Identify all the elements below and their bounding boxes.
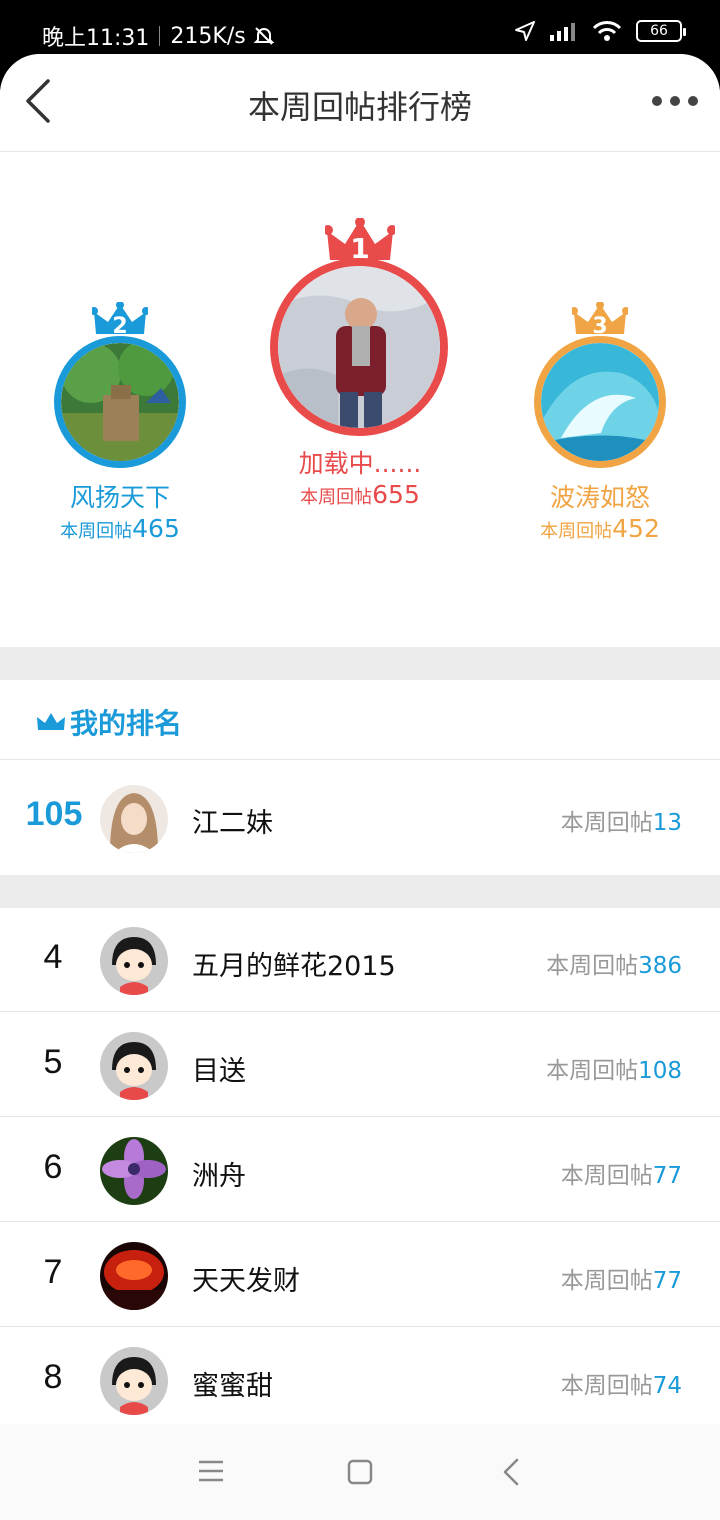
avatar <box>100 927 168 995</box>
reply-count-label: 本周回帖 <box>546 1058 639 1084</box>
my-rank-row[interactable]: 105 江二妹 本周回帖13 <box>0 761 720 875</box>
rank-number: 4 <box>43 938 63 976</box>
status-left: 晚上11:31 215K/s <box>42 20 276 52</box>
mute-icon <box>253 27 275 45</box>
list-item[interactable]: 5 目送 本周回帖108 <box>0 1013 720 1117</box>
reply-count: 本周回帖74 <box>561 1366 682 1400</box>
section-divider <box>0 875 720 908</box>
signal-icon <box>550 23 575 41</box>
network-speed: 215K/s <box>170 23 246 49</box>
reply-count-label: 本周回帖 <box>560 1373 653 1399</box>
location-icon <box>515 21 535 41</box>
more-options-icon[interactable] <box>652 96 698 108</box>
reply-count: 本周回帖77 <box>561 1156 682 1190</box>
rank-number: 7 <box>43 1253 63 1291</box>
podium-reply-count: 本周回帖465 <box>40 514 200 543</box>
reply-count-value: 77 <box>652 1163 682 1189</box>
user-name: 蜜蜜甜 <box>192 1371 273 1402</box>
avatar <box>54 336 186 468</box>
my-rank-title: 我的排名 <box>70 707 183 740</box>
podium-rank-2[interactable]: 2 风扬天下 本周回帖465 <box>40 302 200 562</box>
menu-icon[interactable] <box>198 1460 224 1482</box>
avatar <box>100 1137 168 1205</box>
reply-count-label: 本周回帖 <box>60 521 133 542</box>
user-name: 目送 <box>192 1056 246 1087</box>
reply-count-label: 本周回帖 <box>546 953 639 979</box>
reply-count-value: 74 <box>652 1373 682 1399</box>
user-name: 天天发财 <box>192 1266 300 1297</box>
status-right: 66 <box>514 20 686 42</box>
reply-count-value: 108 <box>638 1058 682 1084</box>
reply-count-label: 本周回帖 <box>560 1268 653 1294</box>
my-rank-header: 我的排名 <box>0 680 720 760</box>
avatar <box>270 258 448 436</box>
rank-number: 6 <box>43 1148 63 1186</box>
podium-user-name: 风扬天下 <box>69 483 170 512</box>
system-navigation-bar <box>0 1424 720 1520</box>
battery-level: 66 <box>650 23 668 39</box>
reply-count: 本周回帖13 <box>561 803 682 837</box>
rank-number: 5 <box>43 1043 63 1081</box>
user-name: 江二妹 <box>192 808 273 839</box>
top-navigation-bar: 本周回帖排行榜 <box>0 54 720 152</box>
back-icon[interactable] <box>502 1458 520 1486</box>
list-item[interactable]: 4 五月的鲜花2015 本周回帖386 <box>0 908 720 1012</box>
status-time: 晚上11:31 <box>42 26 150 51</box>
status-bar: 晚上11:31 215K/s 66 <box>0 0 720 62</box>
reply-count-label: 本周回帖 <box>300 487 373 508</box>
reply-count-label: 本周回帖 <box>560 1163 653 1189</box>
crown-icon <box>37 713 65 730</box>
reply-count: 本周回帖386 <box>546 946 682 980</box>
avatar <box>100 785 168 853</box>
avatar <box>534 336 666 468</box>
rank-number: 8 <box>43 1358 63 1396</box>
reply-count-value: 13 <box>652 810 682 836</box>
list-item[interactable]: 8 蜜蜜甜 本周回帖74 <box>0 1328 720 1424</box>
podium-rank-1[interactable]: 1 加载中...... 本周回帖655 <box>260 218 460 518</box>
user-name: 五月的鲜花2015 <box>192 951 396 982</box>
podium-user-name: 波涛如怒 <box>549 483 650 512</box>
reply-count-label: 本周回帖 <box>560 810 653 836</box>
reply-count-value: 465 <box>132 514 180 543</box>
reply-count-value: 452 <box>612 514 660 543</box>
reply-count: 本周回帖77 <box>561 1261 682 1295</box>
battery-icon: 66 <box>636 20 686 42</box>
podium-rank-3[interactable]: 3 波涛如怒 本周回帖452 <box>520 302 680 562</box>
section-divider <box>0 647 720 680</box>
reply-count: 本周回帖108 <box>546 1051 682 1085</box>
avatar <box>100 1032 168 1100</box>
top-three-podium: 2 风扬天下 本周回帖465 1 加载中...... 本周回帖655 3 波涛如… <box>0 152 720 647</box>
rank-number: 105 <box>25 795 83 833</box>
user-name: 洲舟 <box>192 1161 246 1192</box>
podium-reply-count: 本周回帖655 <box>260 480 460 509</box>
wifi-icon <box>592 21 622 41</box>
home-icon[interactable] <box>347 1459 373 1485</box>
reply-count-value: 386 <box>638 953 682 979</box>
list-item[interactable]: 6 洲舟 本周回帖77 <box>0 1118 720 1222</box>
avatar <box>100 1242 168 1310</box>
podium-user-name: 加载中...... <box>298 449 422 478</box>
list-item[interactable]: 7 天天发财 本周回帖77 <box>0 1223 720 1327</box>
reply-count-label: 本周回帖 <box>540 521 613 542</box>
podium-reply-count: 本周回帖452 <box>520 514 680 543</box>
status-divider <box>159 26 161 46</box>
reply-count-value: 77 <box>652 1268 682 1294</box>
page-title: 本周回帖排行榜 <box>247 88 472 126</box>
reply-count-value: 655 <box>372 480 420 509</box>
app-screen: 本周回帖排行榜 2 风扬天下 本周回帖465 1 加载中...... 本周回帖6… <box>0 54 720 1520</box>
avatar <box>100 1347 168 1415</box>
